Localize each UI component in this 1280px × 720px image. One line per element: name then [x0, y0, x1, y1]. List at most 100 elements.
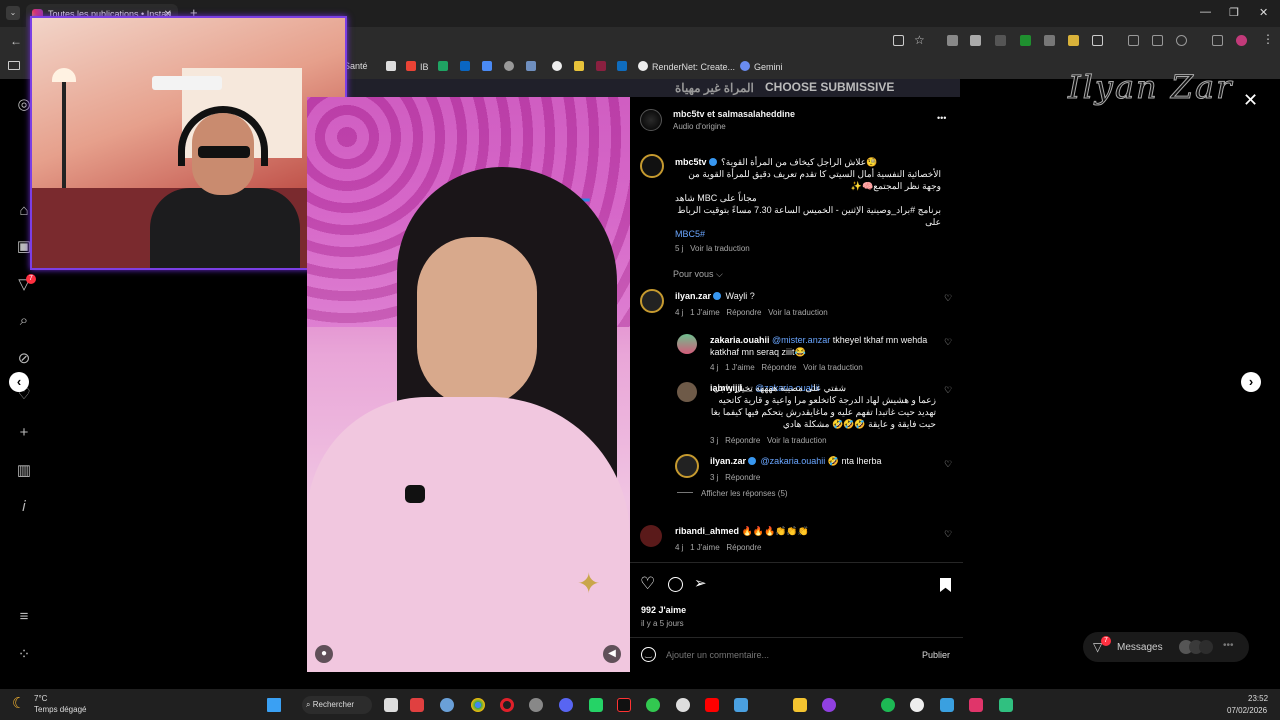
taskbar-search[interactable]: ⌕ Rechercher: [302, 696, 372, 714]
bookmark-sante[interactable]: Santé: [344, 61, 368, 71]
app-icon-1[interactable]: [410, 698, 424, 712]
header-audio[interactable]: Audio d'origine: [673, 122, 726, 131]
app-icon-4[interactable]: [646, 698, 660, 712]
whatsapp-icon[interactable]: [589, 698, 603, 712]
like-comment-icon[interactable]: ♡: [944, 337, 952, 348]
header-avatar[interactable]: [640, 109, 662, 131]
bookmark-rendernet[interactable]: RenderNet: Create...: [638, 61, 735, 72]
comment-avatar-iamwijii[interactable]: [677, 382, 697, 402]
spotify-icon[interactable]: [881, 698, 895, 712]
translate-link[interactable]: Voir la traduction: [768, 308, 828, 317]
share-icon[interactable]: ➢: [694, 574, 707, 592]
dashboard-icon[interactable]: ▥: [16, 463, 32, 479]
like-comment-icon[interactable]: ♡: [944, 459, 952, 470]
extension-icon-5[interactable]: [1044, 35, 1055, 46]
extension-icon-1[interactable]: [947, 35, 958, 46]
extension-icon-3[interactable]: [995, 35, 1006, 46]
like-comment-icon[interactable]: ♡: [944, 385, 952, 396]
bookmark-icon-8[interactable]: [552, 61, 566, 72]
mute-icon[interactable]: ◀: [603, 645, 621, 663]
profile-avatar[interactable]: [1236, 35, 1247, 46]
more-options-icon[interactable]: •••: [937, 113, 946, 123]
extension-icon-6[interactable]: [1068, 35, 1079, 46]
extension-icon-2[interactable]: [970, 35, 981, 46]
comment-input[interactable]: [666, 647, 906, 663]
like-comment-icon[interactable]: ♡: [944, 293, 952, 304]
youtube-icon[interactable]: [705, 698, 719, 712]
download-icon[interactable]: [1128, 35, 1139, 46]
back-icon[interactable]: ←: [10, 34, 22, 48]
translate-link[interactable]: Voir la traduction: [767, 436, 827, 445]
caption-translate[interactable]: Voir la traduction: [690, 244, 750, 253]
clock-date[interactable]: 07/02/2026: [1227, 706, 1267, 715]
comment-username[interactable]: zakaria.ouahii: [710, 335, 770, 345]
caption-hashtag[interactable]: MBC5#: [675, 228, 941, 240]
app-icon-5[interactable]: [676, 698, 690, 712]
puzzle-icon[interactable]: [1092, 35, 1103, 46]
bookmark-linkedin[interactable]: [460, 61, 474, 72]
weather-desc[interactable]: Temps dégagé: [34, 705, 86, 714]
close-modal-icon[interactable]: ✕: [1243, 90, 1258, 111]
bookmark-outlook[interactable]: [617, 61, 631, 72]
reply-button[interactable]: Répondre: [725, 436, 760, 445]
bookmark-icon-10[interactable]: [596, 61, 610, 72]
bookmark-icon-x[interactable]: [386, 61, 400, 72]
app-icon-7[interactable]: [910, 698, 924, 712]
minimize-button[interactable]: —: [1200, 6, 1211, 18]
caption-avatar[interactable]: [640, 154, 664, 178]
comment-mention[interactable]: @mister.anzar: [772, 335, 830, 345]
bookmark-drive[interactable]: [438, 61, 452, 72]
next-post-arrow[interactable]: ›: [1241, 372, 1261, 392]
discord-icon[interactable]: [559, 698, 573, 712]
photos-icon[interactable]: [940, 698, 954, 712]
app-icon-6[interactable]: [822, 698, 836, 712]
reading-list-icon[interactable]: [1212, 35, 1223, 46]
comment-avatar-ribandi[interactable]: [640, 525, 662, 547]
app-icon-8[interactable]: [969, 698, 983, 712]
reply-button[interactable]: Répondre: [726, 308, 761, 317]
translate-link[interactable]: Voir la traduction: [803, 363, 863, 372]
history-icon[interactable]: [1176, 35, 1187, 46]
meta-icon[interactable]: ⁘: [16, 647, 32, 663]
reel-video[interactable]: 5 ✦ ● ◀: [307, 97, 630, 672]
like-comment-icon[interactable]: ♡: [944, 529, 952, 540]
comment-username[interactable]: ribandi_ahmed: [675, 526, 739, 536]
reply-button[interactable]: Répondre: [725, 473, 760, 482]
comment-likes[interactable]: 1 J'aime: [725, 363, 755, 372]
app-icon-2[interactable]: [440, 698, 454, 712]
comment-avatar-zakaria[interactable]: [677, 334, 697, 354]
notepad-icon[interactable]: [734, 698, 748, 712]
weather-moon-icon[interactable]: ☾: [12, 694, 25, 712]
clock-time[interactable]: 23:52: [1248, 694, 1268, 703]
tiktok-icon[interactable]: [617, 698, 631, 712]
comment-likes[interactable]: 1 J'aime: [690, 308, 720, 317]
more-menu-icon[interactable]: ≡: [16, 609, 32, 625]
reply-button[interactable]: Répondre: [726, 543, 761, 552]
user-tag-icon[interactable]: ●: [315, 645, 333, 663]
show-replies-link[interactable]: Afficher les réponses (5): [677, 489, 788, 498]
app-icon-3[interactable]: [529, 698, 543, 712]
messages-pill[interactable]: ▽ 7 Messages •••: [1083, 632, 1249, 662]
publish-button[interactable]: Publier: [922, 650, 950, 660]
bookmark-openai[interactable]: [504, 61, 518, 72]
for-you-dropdown[interactable]: Pour vous ⌵: [673, 269, 723, 280]
task-view-icon[interactable]: [384, 698, 398, 712]
comment-username[interactable]: ilyan.zar: [710, 456, 746, 466]
weather-temp[interactable]: 7°C: [34, 694, 47, 703]
caption-username[interactable]: mbc5tv: [675, 157, 707, 167]
search-icon[interactable]: ⌕: [16, 313, 32, 329]
explore-icon[interactable]: ⊘: [16, 351, 32, 367]
comment-likes[interactable]: 1 J'aime: [690, 543, 720, 552]
comment-avatar-ilyan-reply[interactable]: [675, 454, 699, 478]
chrome-icon[interactable]: [471, 698, 485, 712]
bookmark-icon-9[interactable]: [574, 61, 588, 72]
create-icon[interactable]: +: [16, 425, 32, 441]
maximize-button[interactable]: ❐: [1229, 6, 1239, 19]
close-window-button[interactable]: ✕: [1259, 6, 1268, 19]
folder-icon[interactable]: [8, 61, 20, 70]
emoji-icon[interactable]: ‿: [641, 647, 656, 662]
extension-icon-4[interactable]: [1020, 35, 1031, 46]
bookmark-icon-7[interactable]: [526, 61, 540, 72]
comment-icon[interactable]: [668, 577, 683, 592]
prev-post-arrow[interactable]: ‹: [9, 372, 29, 392]
